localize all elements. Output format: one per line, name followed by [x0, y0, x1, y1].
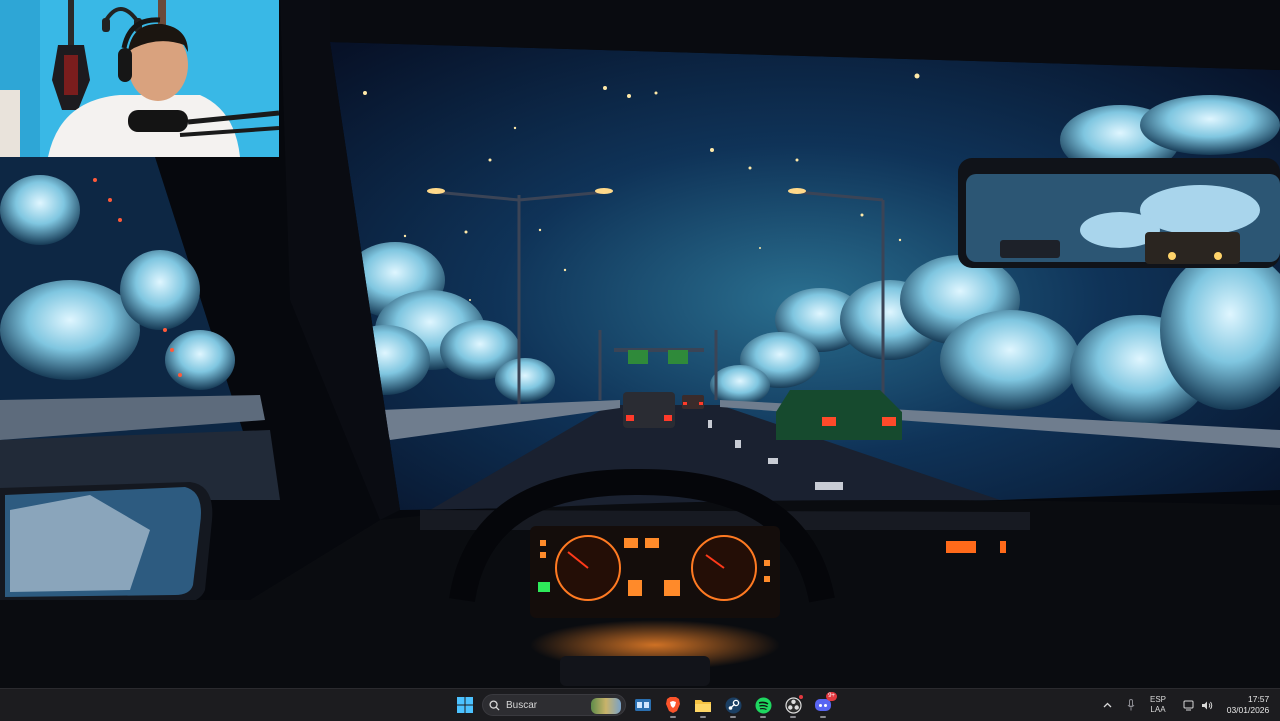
windows-logo-icon — [457, 697, 473, 713]
search-highlight-image — [591, 698, 621, 714]
task-view-button[interactable] — [630, 692, 656, 718]
microphone-tray-button[interactable] — [1118, 689, 1144, 721]
discord-notification-badge: 9+ — [826, 692, 837, 701]
clock-button[interactable]: 17:57 03/01/2026 — [1224, 694, 1280, 716]
input-language-indicator[interactable]: ESP LAA — [1144, 695, 1172, 715]
spotify-button[interactable] — [750, 692, 776, 718]
taskbar-apps: Buscar 9+ — [452, 689, 837, 721]
folder-icon — [695, 699, 711, 712]
obs-icon — [784, 696, 802, 714]
recording-indicator — [799, 695, 803, 699]
search-input[interactable]: Buscar — [482, 694, 626, 716]
clock-date: 03/01/2026 — [1226, 705, 1270, 715]
brave-taskbar-button[interactable] — [660, 692, 686, 718]
system-tray: ESP LAA 17:57 03/01/2026 — [1096, 689, 1280, 721]
steam-button[interactable] — [720, 692, 746, 718]
task-view-icon — [635, 699, 651, 711]
network-icon — [1183, 700, 1194, 710]
brave-browser-icon — [666, 697, 680, 713]
search-placeholder: Buscar — [506, 699, 538, 711]
webcam-overlay — [0, 0, 279, 157]
chevron-up-icon — [1103, 702, 1111, 708]
search-icon — [489, 699, 500, 711]
steam-icon — [725, 697, 741, 713]
quick-settings-button[interactable] — [1172, 689, 1224, 721]
start-button[interactable] — [452, 692, 478, 718]
microphone-icon — [1127, 699, 1135, 711]
keyboard-layout-code: LAA — [1150, 705, 1166, 714]
clock-time: 17:57 — [1247, 694, 1270, 704]
show-hidden-icons-button[interactable] — [1096, 689, 1118, 721]
streamer-camera-feed — [0, 0, 279, 157]
language-code: ESP — [1149, 695, 1166, 704]
spotify-icon — [755, 697, 771, 713]
discord-button[interactable]: 9+ — [810, 692, 837, 718]
obs-button[interactable] — [780, 692, 806, 718]
file-explorer-button[interactable] — [690, 692, 716, 718]
volume-icon — [1202, 701, 1213, 709]
taskbar: Buscar 9+ ESP LAA 17:57 03/01/2026 — [0, 688, 1280, 721]
